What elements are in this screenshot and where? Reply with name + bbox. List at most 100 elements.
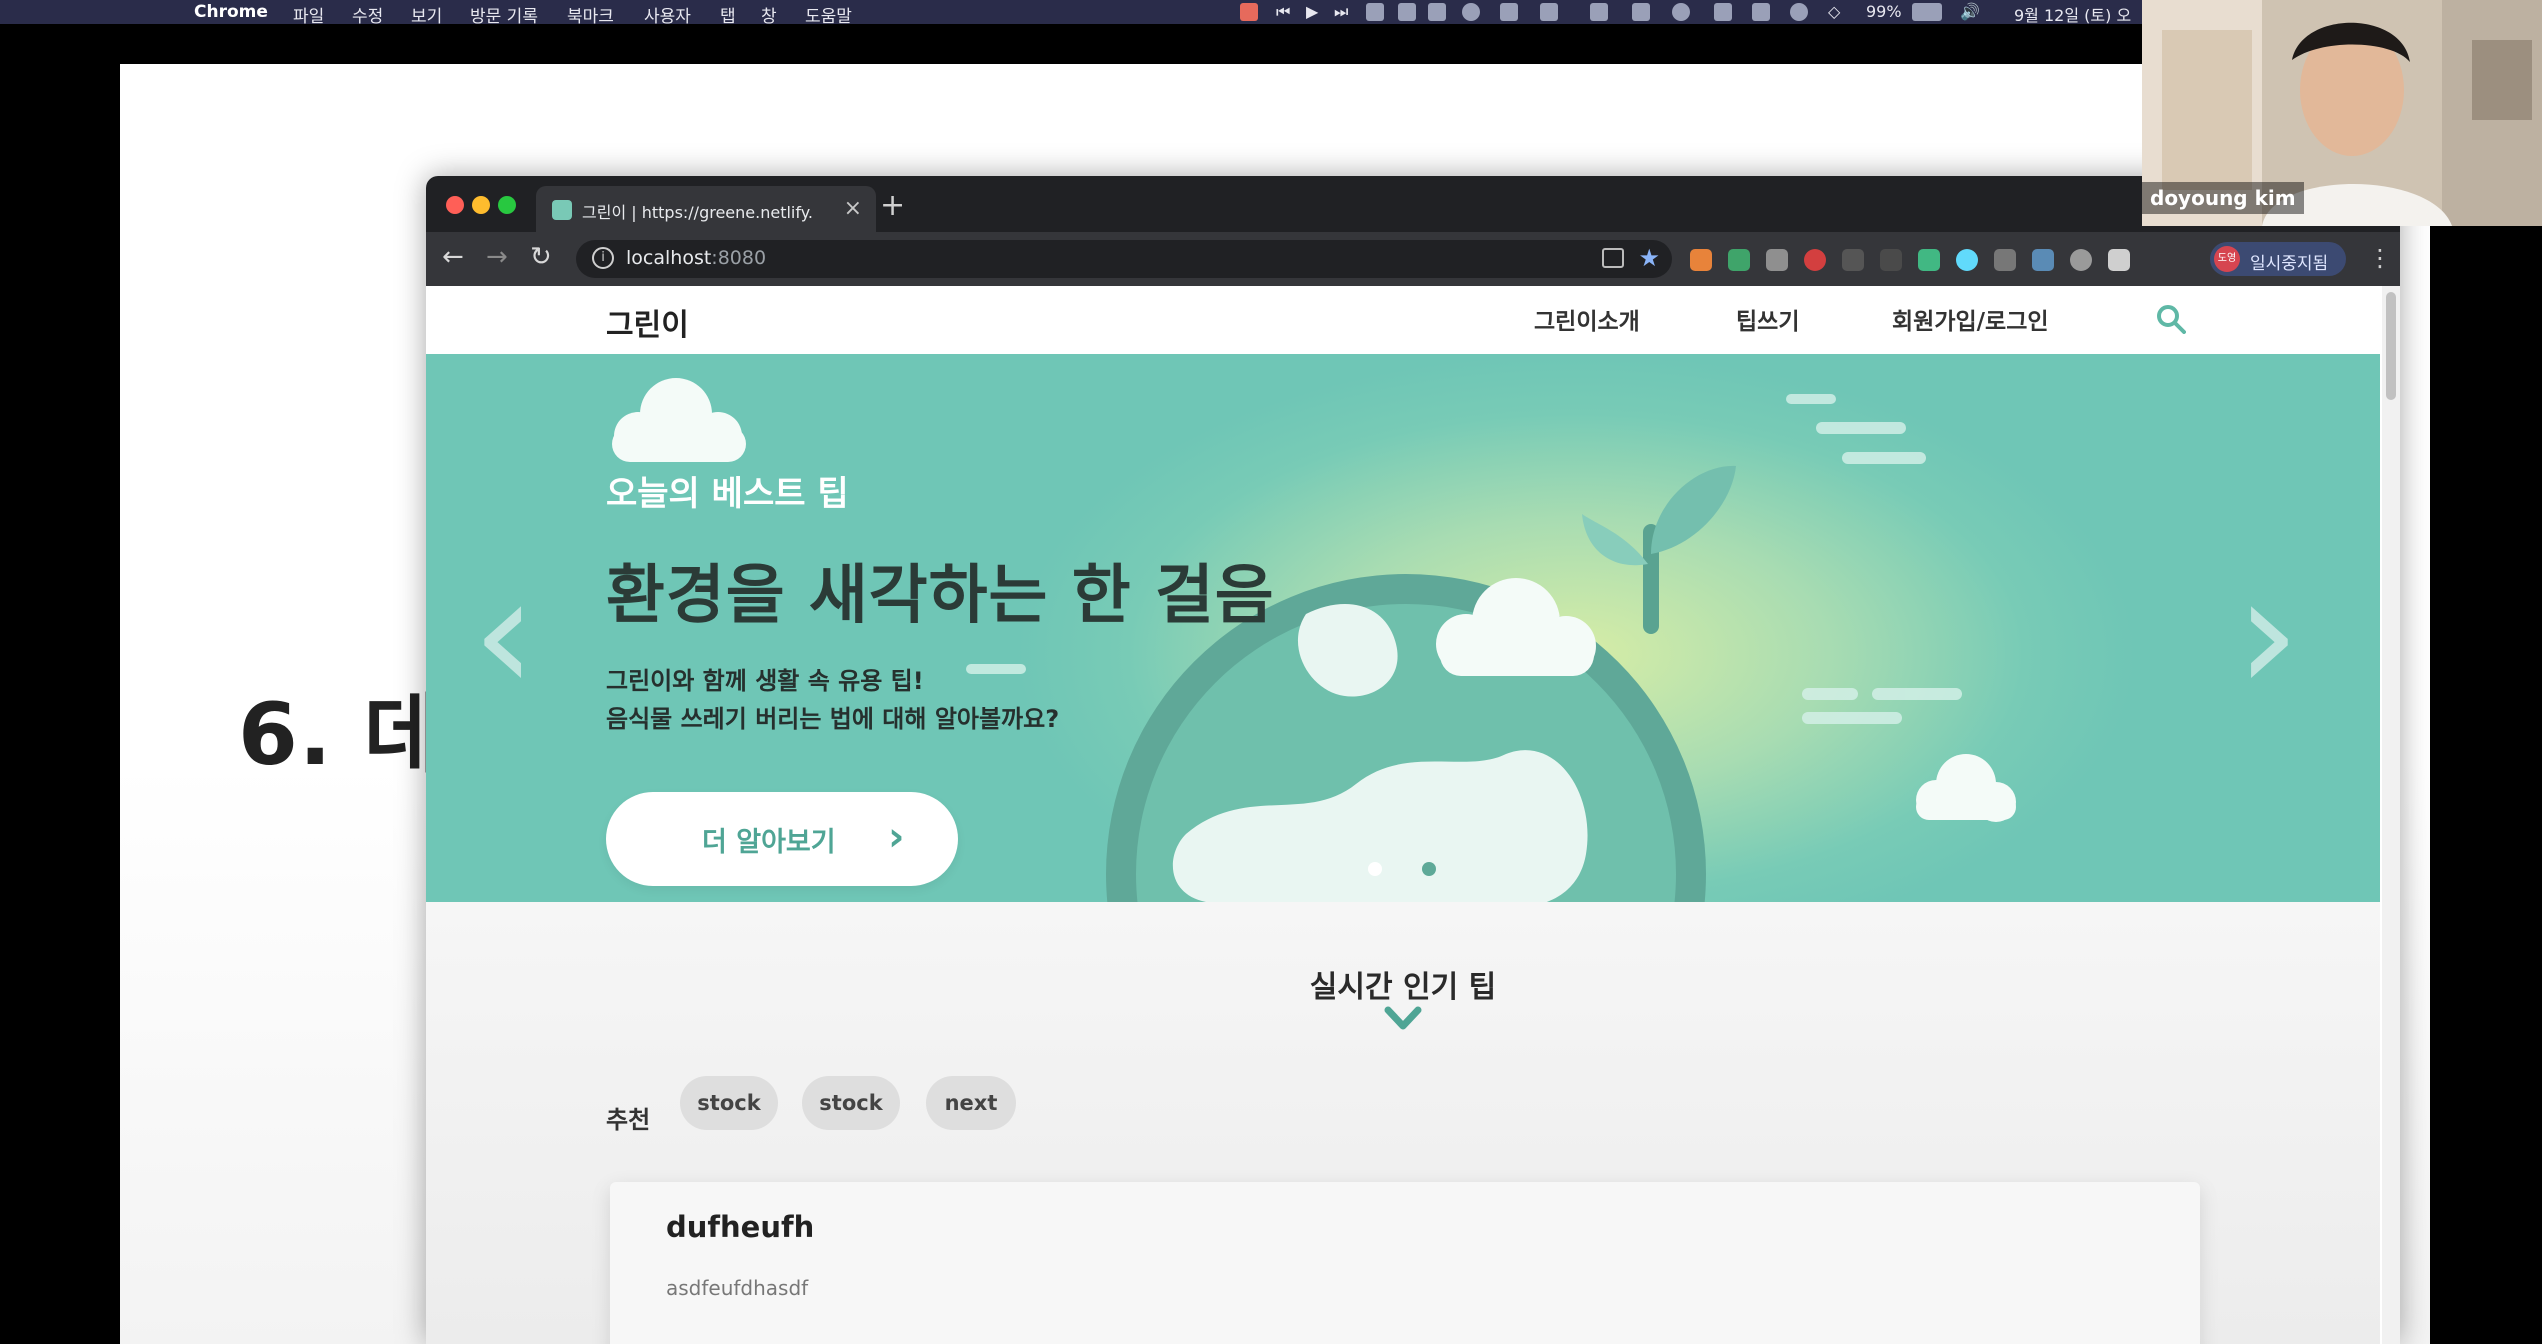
- menu-history[interactable]: 방문 기록: [470, 2, 538, 27]
- media-play-icon[interactable]: ▶: [1306, 2, 1318, 21]
- screenshot-extension-icon[interactable]: [2032, 249, 2054, 271]
- status-icon[interactable]: [1398, 3, 1416, 21]
- close-window-button[interactable]: [446, 196, 464, 214]
- menu-edit[interactable]: 수정: [352, 2, 383, 27]
- status-icon[interactable]: [1428, 3, 1446, 21]
- cloud-icon: [612, 378, 746, 462]
- bookmark-star-icon[interactable]: ★: [1638, 244, 1660, 272]
- input-source-icon[interactable]: [1632, 3, 1650, 21]
- browser-toolbar: ← → ↻ i localhost:8080 ★ 도영 일시중지됨 ⋮: [426, 232, 2400, 286]
- wifi-icon[interactable]: ◇: [1828, 2, 1840, 21]
- extension-icon[interactable]: [1690, 249, 1712, 271]
- page-scrollbar[interactable]: [2382, 286, 2400, 1344]
- chevron-down-icon[interactable]: [1384, 1006, 1422, 1032]
- hero-desc-line: 음식물 쓰레기 버리는 법에 대해 알아볼까요?: [606, 705, 1060, 733]
- site-favicon-icon: [552, 200, 572, 220]
- menu-file[interactable]: 파일: [293, 2, 324, 27]
- status-icon[interactable]: [1366, 3, 1384, 21]
- menu-people[interactable]: 사용자: [644, 2, 691, 27]
- search-icon[interactable]: [2156, 304, 2186, 334]
- volume-icon[interactable]: 🔊: [1960, 2, 1980, 21]
- extension-icon[interactable]: [1880, 249, 1902, 271]
- address-bar[interactable]: i localhost:8080 ★: [576, 240, 1672, 278]
- nav-write-tip[interactable]: 팁쓰기: [1736, 302, 1799, 336]
- react-devtools-icon[interactable]: [1956, 249, 1978, 271]
- zoom-window-button[interactable]: [498, 196, 516, 214]
- extension-icon[interactable]: [2070, 249, 2092, 271]
- cloud-icon: [1916, 754, 2016, 822]
- extension-icon[interactable]: [1728, 249, 1750, 271]
- tag-chip[interactable]: stock: [680, 1076, 778, 1130]
- tag-chip[interactable]: stock: [802, 1076, 900, 1130]
- scrollbar-thumb[interactable]: [2386, 292, 2396, 400]
- extension-icon[interactable]: [1842, 249, 1864, 271]
- nav-signup-login[interactable]: 회원가입/로그인: [1892, 302, 2049, 336]
- carousel-dot[interactable]: [1422, 862, 1436, 876]
- close-tab-icon[interactable]: ×: [844, 196, 862, 221]
- browser-tab[interactable]: 그린이 | https://greene.netlify.app ×: [536, 186, 876, 232]
- notification-icon[interactable]: [1500, 3, 1518, 21]
- extensions-puzzle-icon[interactable]: [2108, 249, 2130, 271]
- hero-description: 그린이와 함께 생활 속 유용 팁! 음식물 쓰레기 버리는 법에 대해 알아볼…: [606, 662, 1059, 738]
- new-tab-icon[interactable]: +: [880, 188, 905, 223]
- menu-window[interactable]: 창: [761, 2, 777, 27]
- webcam-name-label: doyoung kim: [2142, 182, 2304, 214]
- screen: { "menubar": { "app_name": "Chrome", "it…: [0, 0, 2542, 1344]
- minimize-window-button[interactable]: [472, 196, 490, 214]
- status-icon[interactable]: [1590, 3, 1608, 21]
- tip-card[interactable]: dufheufh asdfeufdhasdf: [610, 1182, 2200, 1344]
- carousel-prev-icon[interactable]: ‹: [472, 554, 536, 714]
- docker-icon[interactable]: [1540, 3, 1558, 21]
- tab-title: 그린이 | https://greene.netlify.app: [582, 203, 812, 222]
- profile-paused-chip[interactable]: 도영 일시중지됨: [2210, 242, 2346, 276]
- hero-subtitle: 오늘의 베스트 팁: [606, 474, 849, 514]
- tip-card-body: asdfeufdhasdf: [666, 1276, 809, 1300]
- extension-icon[interactable]: [1994, 249, 2016, 271]
- window-icon[interactable]: [1752, 3, 1770, 21]
- tab-bar: 그린이 | https://greene.netlify.app × +: [426, 176, 2400, 232]
- extension-icon[interactable]: [1804, 249, 1826, 271]
- forward-icon[interactable]: →: [486, 242, 508, 272]
- recommend-label: 추천: [606, 1106, 651, 1134]
- media-next-icon[interactable]: ⏭: [1334, 2, 1348, 22]
- learn-more-button[interactable]: 더 알아보기 ›: [606, 792, 958, 886]
- url-port: :8080: [711, 247, 767, 269]
- control-center-icon[interactable]: [1714, 3, 1732, 21]
- extension-icon[interactable]: [1766, 249, 1788, 271]
- profile-avatar: 도영: [2214, 246, 2240, 272]
- bluetooth-icon[interactable]: [1790, 3, 1808, 21]
- translate-icon[interactable]: [1602, 248, 1624, 268]
- menu-help[interactable]: 도움말: [805, 2, 852, 27]
- status-icon[interactable]: [1462, 3, 1480, 21]
- address-url[interactable]: localhost:8080: [626, 247, 766, 269]
- web-page: 그린이 그린이소개 팁쓰기 회원가입/로그인 ‹ › 오늘의 베스트 팁 환경을…: [426, 286, 2400, 1344]
- hero-title: 환경을 새각하는 한 걸음: [606, 559, 1275, 633]
- battery-icon[interactable]: [1912, 3, 1942, 21]
- site-logo[interactable]: 그린이: [606, 300, 689, 344]
- menu-app-name[interactable]: Chrome: [194, 2, 268, 22]
- status-app-icon[interactable]: [1240, 3, 1258, 21]
- accessibility-icon[interactable]: [1672, 3, 1690, 21]
- menu-tab[interactable]: 탭: [720, 2, 736, 27]
- back-icon[interactable]: ←: [442, 242, 464, 272]
- tip-card-title: dufheufh: [666, 1210, 815, 1244]
- tag-chip[interactable]: next: [926, 1076, 1016, 1130]
- clock[interactable]: 9월 12일 (토) 오: [2014, 2, 2131, 26]
- chevron-right-icon: ›: [888, 814, 905, 860]
- site-info-icon[interactable]: i: [592, 247, 614, 269]
- site-header: 그린이 그린이소개 팁쓰기 회원가입/로그인: [426, 286, 2380, 354]
- vue-devtools-icon[interactable]: [1918, 249, 1940, 271]
- carousel-next-icon[interactable]: ›: [2236, 554, 2300, 714]
- url-host: localhost: [626, 247, 712, 269]
- webcam-overlay: doyoung kim: [2142, 0, 2542, 226]
- carousel-dot-active[interactable]: [1368, 862, 1382, 876]
- section-title: 실시간 인기 팁: [1309, 970, 1497, 1005]
- media-prev-icon[interactable]: ⏮: [1276, 2, 1290, 22]
- menu-bookmarks[interactable]: 북마크: [567, 2, 614, 27]
- slide-heading: 6. 데: [238, 685, 444, 785]
- learn-more-label: 더 알아보기: [702, 827, 836, 858]
- reload-icon[interactable]: ↻: [530, 242, 552, 272]
- nav-about[interactable]: 그린이소개: [1534, 302, 1640, 336]
- menu-view[interactable]: 보기: [411, 2, 442, 27]
- browser-menu-icon[interactable]: ⋮: [2368, 244, 2392, 272]
